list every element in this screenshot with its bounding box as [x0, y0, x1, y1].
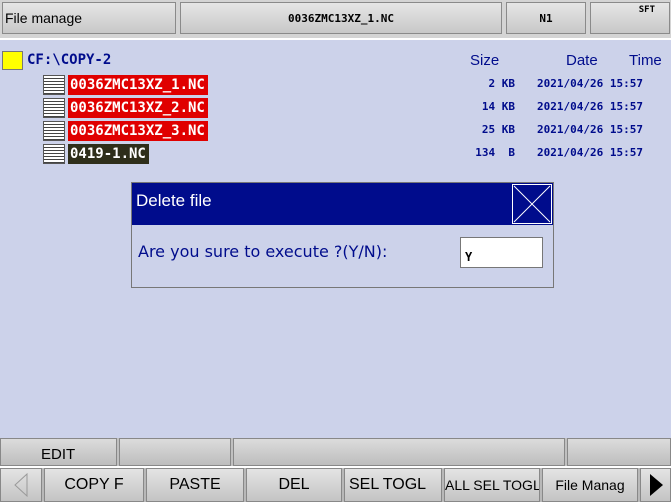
file-row[interactable]: 0036ZMC13XZ_2.NC 14 KB 2021/04/26 15:57: [0, 97, 671, 119]
all-select-toggle-button[interactable]: ALL SEL TOGL: [444, 468, 540, 502]
copy-file-button[interactable]: COPY F: [44, 468, 144, 502]
current-program-name: 0036ZMC13XZ_1.NC: [180, 2, 502, 34]
file-name: 0036ZMC13XZ_1.NC: [68, 75, 208, 95]
dialog-title: Delete file: [136, 191, 212, 210]
close-x-icon[interactable]: [512, 184, 552, 224]
select-toggle-button[interactable]: SEL TOGL: [344, 468, 442, 502]
file-name: 0419-1.NC: [68, 144, 149, 164]
channel-indicator: N1: [506, 2, 586, 34]
current-path: CF:\COPY-2: [27, 52, 112, 68]
file-size: 2 KB: [488, 77, 516, 90]
arrow-right-icon: [649, 474, 663, 496]
file-row[interactable]: 0036ZMC13XZ_3.NC 25 KB 2021/04/26 15:57: [0, 120, 671, 142]
close-x-glyph: [513, 185, 551, 223]
status-message-area: [233, 438, 565, 466]
confirm-prompt: Are you sure to execute ?(Y/N):: [138, 242, 388, 261]
confirm-input[interactable]: [460, 237, 543, 268]
status-cell: [119, 438, 231, 466]
top-bar: File manage 0036ZMC13XZ_1.NC N1 SFT: [0, 0, 671, 38]
delete-file-dialog: Delete file Are you sure to execute ?(Y/…: [131, 182, 554, 288]
nc-file-icon: [43, 121, 65, 141]
screen-title: File manage: [2, 2, 176, 34]
file-name: 0036ZMC13XZ_3.NC: [68, 121, 208, 141]
folder-icon: [2, 51, 23, 70]
file-datetime: 2021/04/26 15:57: [537, 123, 643, 136]
status-cell: [567, 438, 671, 466]
file-datetime: 2021/04/26 15:57: [537, 77, 643, 90]
file-name: 0036ZMC13XZ_2.NC: [68, 98, 208, 118]
file-datetime: 2021/04/26 15:57: [537, 100, 643, 113]
file-size: 25 KB: [481, 123, 515, 136]
prev-page-button[interactable]: [0, 468, 42, 502]
mode-indicator: EDIT: [0, 438, 117, 466]
file-size: 134 B: [475, 146, 515, 159]
next-page-button[interactable]: [640, 468, 671, 502]
dialog-title-bar: Delete file: [132, 183, 553, 225]
file-size: 14 KB: [481, 100, 515, 113]
file-datetime: 2021/04/26 15:57: [537, 146, 643, 159]
column-header-size: Size: [470, 52, 500, 69]
file-row[interactable]: 0419-1.NC 134 B 2021/04/26 15:57: [0, 143, 671, 165]
softkey-bar: COPY F PASTE DEL SEL TOGL ALL SEL TOGL F…: [0, 468, 671, 502]
nc-file-icon: [43, 75, 65, 95]
file-manage-button[interactable]: File Manag: [542, 468, 638, 502]
arrow-left-icon: [14, 472, 28, 498]
file-row[interactable]: 0036ZMC13XZ_1.NC 2 KB 2021/04/26 15:57: [0, 74, 671, 96]
delete-button[interactable]: DEL: [246, 468, 342, 502]
status-bar: EDIT: [0, 438, 671, 466]
nc-file-icon: [43, 98, 65, 118]
shift-indicator: SFT: [590, 2, 670, 34]
column-header-time: Time: [629, 52, 662, 69]
nc-file-icon: [43, 144, 65, 164]
paste-button[interactable]: PASTE: [146, 468, 244, 502]
column-header-date: Date: [566, 52, 598, 69]
